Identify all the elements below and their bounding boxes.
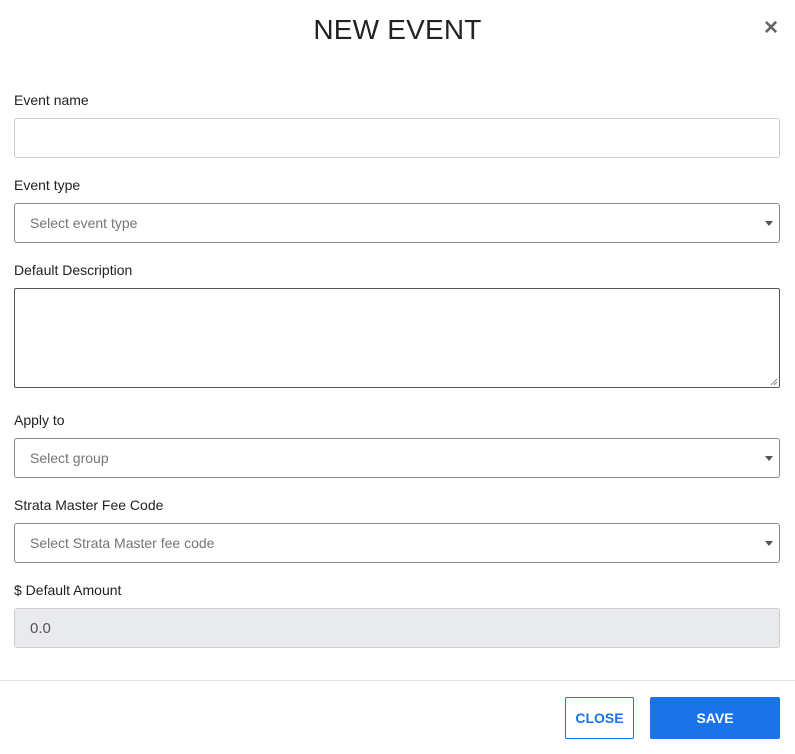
new-event-modal: NEW EVENT × Event name Event type Select… [0,0,795,754]
resize-grip-icon[interactable] [769,377,778,386]
event-type-placeholder: Select event type [30,215,138,231]
event-type-select[interactable]: Select event type [14,203,780,243]
event-name-group: Event name [14,90,780,158]
dropdown-caret-icon [765,221,773,226]
default-description-label: Default Description [14,262,133,278]
default-description-group: Default Description [14,260,780,388]
event-type-label: Event type [14,177,81,193]
fee-code-label: Strata Master Fee Code [14,497,164,513]
fee-code-group: Strata Master Fee Code Select Strata Mas… [14,495,780,563]
event-type-group: Event type Select event type [14,175,780,243]
save-button[interactable]: SAVE [650,697,780,739]
fee-code-placeholder: Select Strata Master fee code [30,535,215,551]
default-amount-group: $ Default Amount 0.0 [14,580,780,648]
close-x-icon[interactable]: × [761,16,781,40]
modal-header: NEW EVENT × [0,0,795,64]
dropdown-caret-icon [765,541,773,546]
close-button[interactable]: CLOSE [565,697,634,739]
modal-title: NEW EVENT [313,14,482,45]
footer-divider [0,680,795,681]
dropdown-caret-icon [765,456,773,461]
apply-to-label: Apply to [14,412,65,428]
default-description-textarea[interactable] [14,288,780,388]
default-amount-label: $ Default Amount [14,582,122,598]
apply-to-placeholder: Select group [30,450,109,466]
event-name-input[interactable] [14,118,780,158]
default-amount-value: 0.0 [30,619,51,637]
fee-code-select[interactable]: Select Strata Master fee code [14,523,780,563]
apply-to-select[interactable]: Select group [14,438,780,478]
apply-to-group: Apply to Select group [14,410,780,478]
event-name-label: Event name [14,92,89,108]
default-amount-field: 0.0 [14,608,780,648]
